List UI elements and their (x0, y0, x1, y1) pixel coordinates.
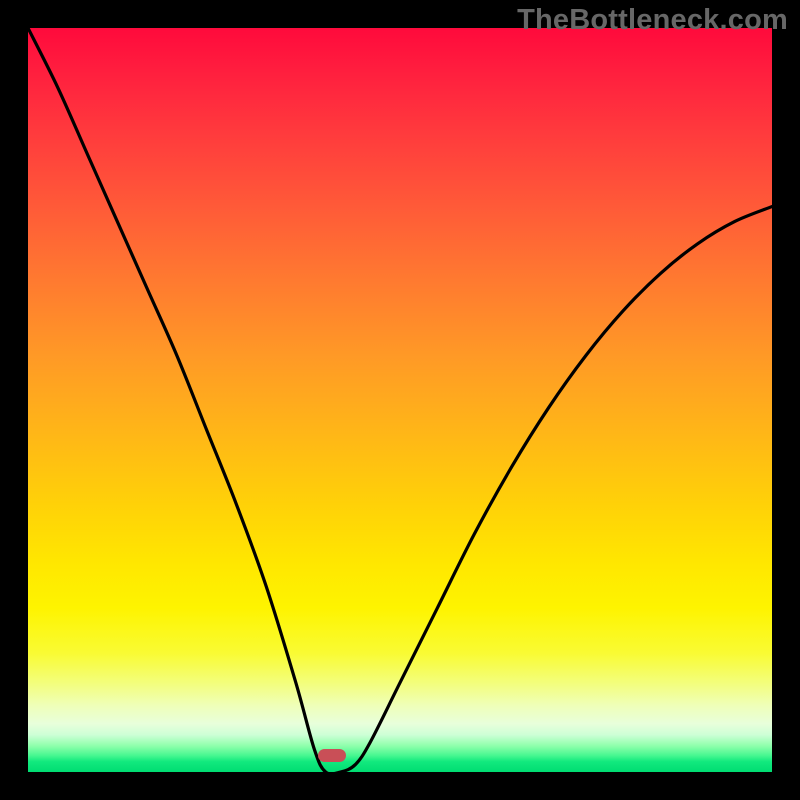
watermark-text: TheBottleneck.com (517, 4, 788, 37)
plot-area (28, 28, 772, 772)
optimal-marker (318, 749, 346, 762)
chart-frame: TheBottleneck.com (0, 0, 800, 800)
bottleneck-curve (28, 28, 772, 772)
